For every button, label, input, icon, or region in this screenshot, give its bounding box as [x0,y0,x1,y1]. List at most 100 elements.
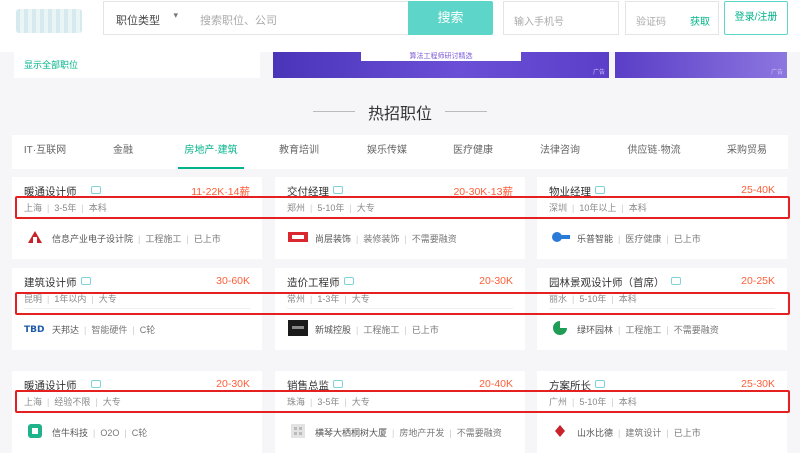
job-requirements: 上海 | 3-5年 | 本科 [24,203,107,213]
job-salary: 20-30K·13薪 [453,186,513,198]
job-card[interactable]: 暖通设计师 11-22K·14薪 上海 | 3-5年 | 本科 信息产业电子设计院 | 工程… [12,177,262,259]
job-card[interactable]: 销售总监 20-40K 珠海 | 3-5年 | 大专 横琴大栖桐树大厦 | 房地产开发 | 不需… [275,371,525,453]
company-logo[interactable] [287,320,309,336]
company-logo[interactable] [287,423,309,439]
job-card[interactable]: 方案所长 25-30K 广州 | 5-10年 | 本科 山水比德 | 建筑设计 | 已上市 [537,371,787,453]
company-industry: O2O [100,428,120,438]
company-info: 信牛科技 | O2O | C轮 [52,428,148,438]
show-all-jobs-link[interactable]: 显示全部职位 [24,58,78,71]
chat-icon[interactable] [344,277,354,285]
job-salary: 20-25K [741,275,775,287]
login-register-button[interactable]: 登录/注册 [724,1,788,35]
job-salary: 30-60K [216,275,250,287]
chat-icon[interactable] [595,380,605,388]
job-education: 本科 [618,397,637,407]
company-name[interactable]: 山水比德 [577,428,613,438]
tab-real-estate[interactable]: 房地产·建筑 [178,135,244,169]
job-education: 本科 [628,203,647,213]
company-name[interactable]: 信息产业电子设计院 [52,234,133,244]
divider [287,411,513,412]
job-requirements: 郑州 | 5-10年 | 大专 [287,203,375,213]
job-card[interactable]: 暖通设计师 20-30K 上海 | 经验不限 | 大专 信牛科技 | O2O | C轮 [12,371,262,453]
company-name[interactable]: 尚层装饰 [315,234,351,244]
company-industry: 工程施工 [363,325,400,335]
tab-it-internet[interactable]: IT·互联网 [12,135,78,169]
side-banner-ad[interactable]: 广告 [615,52,787,78]
verification-code-input[interactable]: 验证码 获取 [625,1,719,35]
company-name[interactable]: 绿环园林 [577,325,613,335]
chat-icon[interactable] [595,186,605,194]
tab-media[interactable]: 娱乐传媒 [354,135,420,169]
company-info: 山水比德 | 建筑设计 | 已上市 [577,428,701,438]
banner-ad[interactable]: 算法工程师研讨精选 广告 [273,52,609,78]
company-name[interactable]: 信牛科技 [52,428,88,438]
tab-supply-chain[interactable]: 供应链·物流 [618,135,690,169]
company-name[interactable]: 横琴大栖桐树大厦 [315,428,387,438]
company-stage: 不需要融资 [456,428,502,438]
company-stage: C轮 [131,428,148,438]
chat-icon[interactable] [91,380,101,388]
job-card[interactable]: 建筑设计师 30-60K 昆明 | 1年以内 | 大专 TBD 天邦达 | 智能硬件 | C轮 [12,268,262,350]
job-requirements: 深圳 | 10年以上 | 本科 [549,203,647,213]
job-requirements: 昆明 | 1年以内 | 大专 [24,294,117,304]
job-city: 深圳 [549,203,568,213]
search-button[interactable]: 搜索 [408,1,493,35]
job-experience: 5-10年 [579,397,607,407]
company-logo[interactable] [24,229,46,245]
job-experience: 经验不限 [54,397,91,407]
company-logo[interactable] [549,229,571,245]
company-industry: 建筑设计 [625,428,662,438]
chat-icon[interactable] [671,277,681,285]
job-education: 本科 [88,203,107,213]
company-stage: 不需要融资 [411,234,457,244]
job-card[interactable]: 园林景观设计师（首席） 20-25K 丽水 | 5-10年 | 本科 绿环园林 | 工程施工… [537,268,787,350]
tab-education[interactable]: 教育培训 [266,135,332,169]
company-logo[interactable]: TBD [24,320,46,336]
job-card[interactable]: 交付经理 20-30K·13薪 郑州 | 5-10年 | 大专 尚层装饰 | 装修装饰 | 不需… [275,177,525,259]
chat-icon[interactable] [333,186,343,194]
phone-input[interactable]: 输入手机号 [503,1,619,35]
job-type-select[interactable]: 职位类型 ▾ [103,1,188,35]
chat-icon[interactable] [81,277,91,285]
tab-procurement[interactable]: 采购贸易 [714,135,780,169]
company-industry: 工程施工 [145,234,182,244]
company-logo[interactable] [549,320,571,336]
company-name[interactable]: 乐普智能 [577,234,613,244]
company-name[interactable]: 天邦达 [52,325,79,335]
company-stage: 不需要融资 [673,325,719,335]
job-experience: 1-3年 [317,294,340,304]
job-education: 大专 [351,397,370,407]
get-code-link[interactable]: 获取 [690,13,710,28]
job-experience: 1年以内 [54,294,87,304]
site-logo[interactable] [16,9,82,33]
company-logo[interactable] [287,229,309,245]
company-name[interactable]: 新城控股 [315,325,351,335]
search-input[interactable]: 搜索职位、公司 [188,1,408,35]
company-industry: 装修装饰 [363,234,400,244]
company-info: 绿环园林 | 工程施工 | 不需要融资 [577,325,719,335]
job-salary: 20-30K [216,378,250,390]
job-card[interactable]: 造价工程师 20-30K 常州 | 1-3年 | 大专 新城控股 | 工程施工 | 已上市 [275,268,525,350]
job-card[interactable]: 物业经理 25-40K 深圳 | 10年以上 | 本科 乐普智能 | 医疗健康 | 已上市 [537,177,787,259]
job-city: 珠海 [287,397,306,407]
divider [24,308,250,309]
company-logo[interactable] [24,423,46,439]
company-info: 新城控股 | 工程施工 | 已上市 [315,325,439,335]
industry-tabs: IT·互联网 金融 房地产·建筑 教育培训 娱乐传媒 医疗健康 法律咨询 供应链… [12,135,788,169]
job-title: 造价工程师 [287,277,340,289]
category-panel: 显示全部职位 [14,52,260,78]
job-city: 丽水 [549,294,568,304]
tab-healthcare[interactable]: 医疗健康 [440,135,506,169]
job-experience: 5-10年 [579,294,607,304]
chat-icon[interactable] [91,186,101,194]
divider [287,308,513,309]
job-city: 常州 [287,294,306,304]
job-city: 郑州 [287,203,306,213]
job-city: 广州 [549,397,568,407]
job-education: 大专 [351,294,370,304]
company-stage: 已上市 [673,234,701,244]
tab-finance[interactable]: 金融 [90,135,156,169]
company-logo[interactable] [549,423,571,439]
chat-icon[interactable] [333,380,343,388]
tab-legal[interactable]: 法律咨询 [527,135,593,169]
